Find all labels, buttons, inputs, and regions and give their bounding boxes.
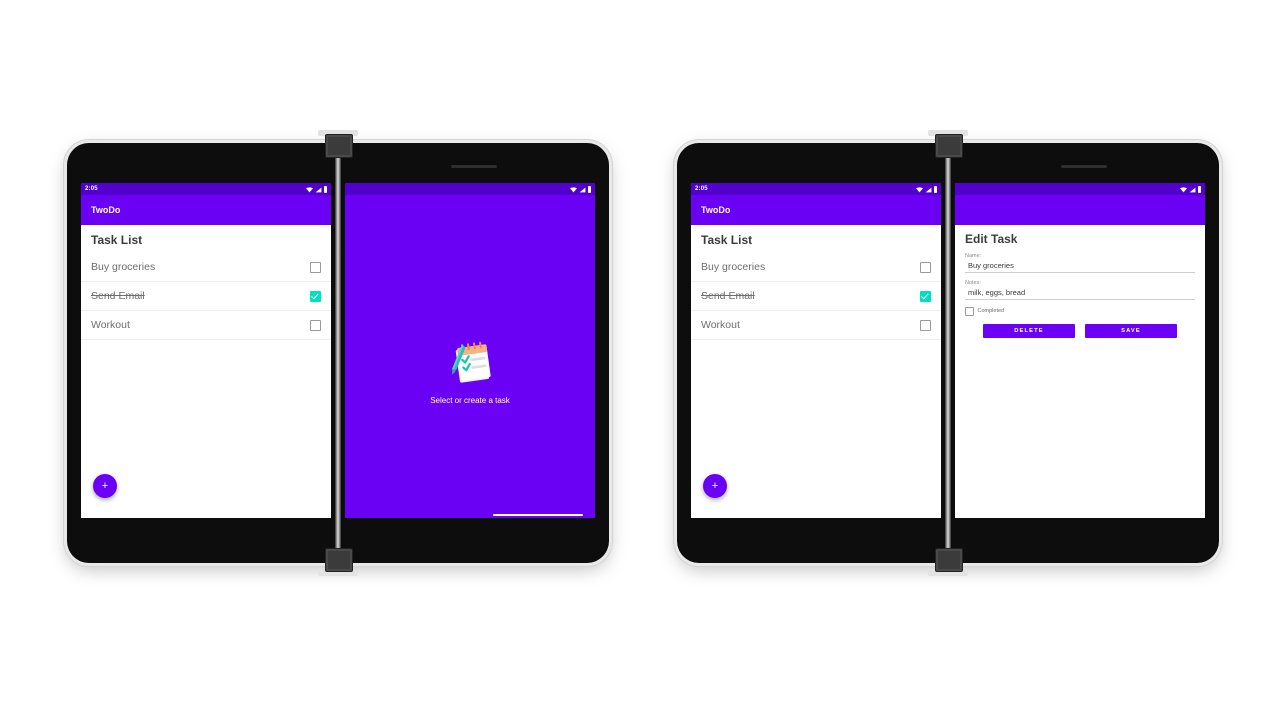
wifi-icon — [916, 186, 923, 192]
gesture-nav-pill[interactable] — [229, 514, 319, 516]
name-field-label: Name: — [965, 253, 982, 259]
task-label: Workout — [701, 319, 740, 331]
task-label: Send Email — [91, 290, 145, 302]
screen-left-tasklist-2: 2:05 TwoDo Task List Buy groceries Send … — [691, 183, 941, 518]
task-label: Buy groceries — [91, 261, 156, 273]
status-bar — [955, 183, 1205, 195]
add-task-fab[interactable]: + — [703, 474, 727, 498]
task-row[interactable]: Buy groceries — [81, 253, 331, 282]
task-label: Send Email — [701, 290, 755, 302]
task-checkbox[interactable] — [310, 290, 321, 302]
task-row[interactable]: Workout — [691, 311, 941, 340]
hinge-cap-bottom — [935, 548, 963, 572]
gesture-nav-pill[interactable] — [839, 514, 929, 516]
app-title: TwoDo — [91, 205, 121, 215]
status-bar: 2:05 — [81, 183, 331, 195]
notes-field[interactable]: milk, eggs, bread — [965, 287, 1195, 300]
gesture-nav-pill[interactable] — [493, 514, 583, 516]
battery-icon — [588, 185, 591, 193]
notepad-checklist-icon — [452, 341, 491, 383]
wifi-icon — [570, 186, 577, 192]
app-bar-detail — [955, 195, 1205, 225]
status-bar-time: 2:05 — [695, 186, 708, 192]
screen-right-edit-task: Edit Task Name: Buy groceries Notes: mil… — [955, 183, 1205, 518]
screen-left-tasklist: 2:05 TwoDo Task List Buy groceries Send … — [81, 183, 331, 518]
task-checkbox[interactable] — [310, 261, 321, 273]
hinge-cap-top — [935, 134, 963, 158]
hinge-cap-top — [325, 134, 353, 158]
empty-state-pane: Select or create a task — [345, 225, 595, 518]
device-right: 2:05 TwoDo Task List Buy groceries Send … — [677, 130, 1219, 576]
task-list-content: Task List Buy groceries Send Email Worko… — [691, 225, 941, 518]
gesture-nav-pill[interactable] — [1103, 514, 1193, 516]
task-checkbox[interactable] — [920, 290, 931, 302]
app-bar-detail — [345, 195, 595, 225]
status-bar — [345, 183, 595, 195]
edit-task-heading: Edit Task — [965, 232, 1018, 246]
save-button[interactable]: SAVE — [1085, 323, 1177, 338]
hinge-cap-bottom — [325, 548, 353, 572]
wifi-icon — [1180, 186, 1187, 192]
task-checkbox[interactable] — [920, 319, 931, 331]
edit-task-form: Edit Task Name: Buy groceries Notes: mil… — [955, 225, 1205, 338]
task-checkbox[interactable] — [310, 319, 321, 331]
edit-task-content: Edit Task Name: Buy groceries Notes: mil… — [955, 225, 1205, 518]
device-hinge — [335, 143, 341, 563]
name-field[interactable]: Buy groceries — [965, 260, 1195, 273]
task-list-content: Task List Buy groceries Send Email Worko… — [81, 225, 331, 518]
completed-checkbox-row[interactable]: Completed — [965, 307, 1195, 316]
status-bar-icons — [1180, 185, 1201, 193]
task-checkbox[interactable] — [920, 261, 931, 273]
completed-checkbox[interactable] — [965, 307, 974, 316]
plus-icon: + — [711, 479, 719, 492]
signal-icon — [579, 187, 586, 192]
app-bar: TwoDo — [81, 195, 331, 225]
task-row[interactable]: Workout — [81, 311, 331, 340]
speaker-grille-left — [451, 165, 497, 168]
wifi-icon — [306, 186, 313, 192]
signal-icon — [925, 187, 932, 192]
signal-icon — [315, 187, 322, 192]
empty-state-content: Select or create a task — [345, 225, 595, 518]
task-list-heading: Task List — [91, 233, 143, 247]
screen-right-empty: Select or create a task — [345, 183, 595, 518]
task-row[interactable]: Buy groceries — [691, 253, 941, 282]
battery-icon — [324, 185, 327, 193]
speaker-grille-right — [1061, 165, 1107, 168]
device-left: 2:05 TwoDo Task List Buy groceries Send … — [67, 130, 609, 576]
task-list-heading: Task List — [701, 233, 753, 247]
notes-field-label: Notes: — [965, 280, 981, 286]
task-label: Workout — [91, 319, 130, 331]
plus-icon: + — [101, 479, 109, 492]
status-bar-icons — [916, 185, 937, 193]
battery-icon — [934, 185, 937, 193]
status-bar: 2:05 — [691, 183, 941, 195]
task-row[interactable]: Send Email — [81, 282, 331, 311]
empty-state-message: Select or create a task — [430, 396, 510, 405]
task-label: Buy groceries — [701, 261, 766, 273]
app-title: TwoDo — [701, 205, 731, 215]
completed-label: Completed — [977, 308, 1005, 315]
task-row[interactable]: Send Email — [691, 282, 941, 311]
add-task-fab[interactable]: + — [93, 474, 117, 498]
form-button-row: DELETE SAVE — [965, 323, 1195, 338]
screenshot-stage: 2:05 TwoDo Task List Buy groceries Send … — [0, 0, 1280, 720]
status-bar-time: 2:05 — [85, 186, 98, 192]
status-bar-icons — [570, 185, 591, 193]
app-bar: TwoDo — [691, 195, 941, 225]
status-bar-icons — [306, 185, 327, 193]
battery-icon — [1198, 185, 1201, 193]
delete-button[interactable]: DELETE — [983, 323, 1075, 338]
device-hinge — [945, 143, 951, 563]
signal-icon — [1189, 187, 1196, 192]
